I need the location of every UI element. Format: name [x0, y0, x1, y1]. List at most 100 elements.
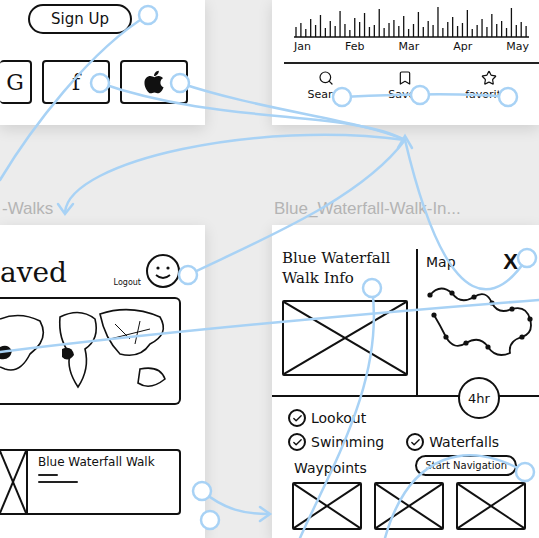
placeholder-cross-icon	[0, 451, 26, 513]
world-map-icon	[0, 299, 180, 403]
card-thumbnail	[0, 451, 28, 513]
chart-bar	[423, 27, 424, 37]
connection-handle[interactable]	[333, 88, 351, 106]
chart-bar	[369, 27, 370, 37]
connection-lines	[0, 0, 539, 538]
chart-bar	[452, 17, 453, 37]
chart-bar	[418, 12, 419, 37]
connection-handle[interactable]	[518, 249, 536, 267]
apple-icon	[141, 69, 167, 95]
connection-handle[interactable]	[363, 279, 381, 297]
chart-bar	[521, 22, 522, 37]
signup-artboard[interactable]: Sign Up Gf	[0, 0, 205, 125]
page-title: aved	[0, 258, 67, 289]
connection-handle[interactable]	[201, 511, 219, 529]
waypoint-list	[272, 476, 539, 530]
start-navigation-button[interactable]: Start Navigation	[415, 455, 517, 476]
chart-bar	[403, 16, 404, 37]
social-button[interactable]	[120, 60, 188, 104]
chart-bar	[501, 21, 502, 37]
month-label: May	[506, 40, 529, 53]
social-button[interactable]: G	[0, 60, 32, 104]
placeholder-cross-icon	[284, 302, 406, 374]
waypoint-thumbnail[interactable]	[374, 482, 444, 530]
route-map-icon[interactable]	[426, 275, 538, 359]
info-artboard[interactable]: Blue Waterfall Walk InfoMapX4hrLookoutSw…	[272, 225, 539, 538]
nav-item[interactable]: Search	[307, 70, 345, 101]
connection-handle[interactable]	[516, 463, 534, 481]
feature-item[interactable]: Waterfalls	[406, 433, 499, 451]
artboard-label[interactable]: -Walks	[0, 199, 205, 225]
text-line	[38, 474, 58, 476]
placeholder-cross-icon	[376, 484, 442, 528]
chart-bar	[349, 30, 350, 37]
artboard-label[interactable]: Blue_Waterfall-Walk-In...	[272, 199, 539, 225]
chart-bar	[305, 29, 306, 37]
chart-bar	[310, 19, 311, 37]
social-button[interactable]: f	[42, 60, 110, 104]
chart-bar	[354, 18, 355, 37]
social-row: Gf	[0, 60, 205, 104]
checkbox[interactable]	[288, 433, 306, 451]
card-title: Blue Waterfall Walk	[38, 455, 155, 469]
chart-bar	[447, 22, 448, 37]
chart-bar	[472, 29, 473, 37]
chart-bar	[506, 28, 507, 37]
chart-bar	[335, 26, 336, 37]
avatar-icon[interactable]	[145, 253, 181, 289]
duration-badge: 4hr	[458, 377, 500, 419]
chart-bar	[344, 24, 345, 37]
waypoint-thumbnail[interactable]	[292, 482, 362, 530]
chart-bar	[496, 24, 497, 37]
chart-bar	[374, 25, 375, 37]
month-label: Feb	[345, 40, 364, 53]
separator	[284, 62, 539, 64]
chart-bar	[330, 21, 331, 37]
month-axis: JanFebMarAprMay	[294, 38, 529, 53]
saved-artboard[interactable]: aved Logout Blue Waterfall Walk	[0, 225, 205, 538]
checkbox[interactable]	[406, 433, 424, 451]
chart-bar	[525, 26, 526, 37]
chart-bar	[462, 23, 463, 37]
search-icon	[318, 70, 334, 86]
chart-bar	[320, 15, 321, 37]
image-placeholder	[282, 300, 408, 376]
connection-handle[interactable]	[91, 74, 109, 92]
signup-button[interactable]: Sign Up	[28, 4, 132, 34]
waypoint-thumbnail[interactable]	[456, 482, 526, 530]
chart-artboard[interactable]: JanFebMarAprMay Search Saved favorites	[272, 0, 539, 125]
logout-link[interactable]: Logout	[114, 278, 141, 289]
divider: 4hr	[272, 395, 539, 397]
saved-walk-card[interactable]: Blue Waterfall Walk	[0, 449, 181, 515]
chart-bar	[467, 10, 468, 37]
chart-bar	[486, 27, 487, 37]
chart-bar	[442, 28, 443, 37]
connection-handle[interactable]	[139, 6, 157, 24]
connection-handle[interactable]	[179, 266, 197, 284]
chart-bar	[511, 8, 512, 37]
connection-handle[interactable]	[411, 86, 429, 104]
chart-bar	[408, 29, 409, 37]
histogram-chart	[294, 0, 529, 38]
chart-bar	[516, 25, 517, 37]
chart-bar	[476, 25, 477, 37]
checkbox[interactable]	[288, 409, 306, 427]
prototype-canvas: Sign Up Gf JanFebMarAprMay Search Saved favor…	[0, 0, 539, 538]
connection-handle[interactable]	[171, 74, 189, 92]
map-label: Map	[426, 254, 456, 270]
chart-bar	[428, 21, 429, 37]
world-map[interactable]	[0, 297, 181, 405]
feature-item[interactable]: Swimming	[288, 433, 384, 451]
connection-handle[interactable]	[193, 482, 211, 500]
chart-bar	[325, 28, 326, 37]
nav-item[interactable]: Saved	[388, 70, 422, 101]
connection-handle[interactable]	[499, 88, 517, 106]
star-icon	[481, 70, 497, 86]
chart-bar	[437, 7, 438, 37]
nav-item[interactable]: favorites	[465, 70, 513, 101]
chart-bar	[413, 24, 414, 37]
chart-bar	[388, 23, 389, 37]
divider	[416, 249, 418, 395]
close-button[interactable]: X	[503, 249, 518, 275]
chart-bar	[457, 26, 458, 37]
